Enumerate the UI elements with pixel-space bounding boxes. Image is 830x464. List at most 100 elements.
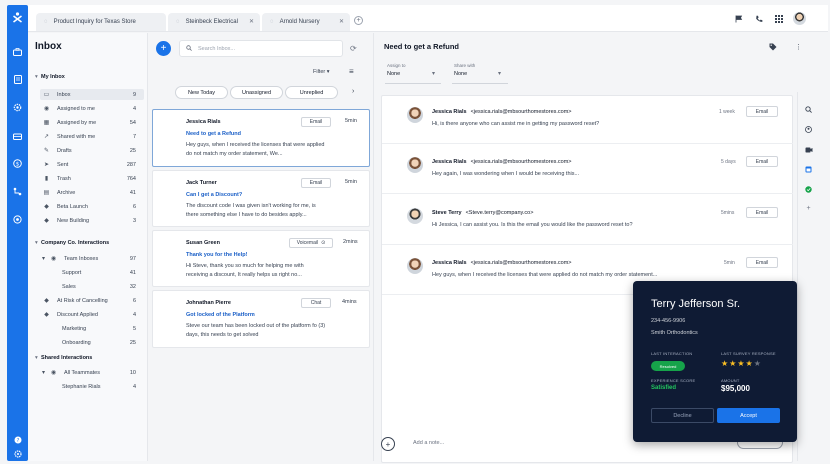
decline-button[interactable]: Decline [651, 408, 714, 423]
star-icon: ★ [745, 359, 754, 368]
top-tab-bar: ◌ Product Inquiry for Texas Store ◌ Stei… [28, 5, 828, 32]
flag-icon[interactable] [734, 14, 744, 24]
plus-icon: + [160, 43, 167, 54]
sender-email: <jessica.rials@mbsourthomestores.com> [470, 260, 572, 266]
sidebar-item-inbox[interactable]: ▭ Inbox 9 [40, 89, 144, 100]
sidebar-item-marketing[interactable]: Marketing 5 [52, 323, 144, 334]
close-icon[interactable]: ✕ [249, 18, 254, 25]
sidebar-item-sales[interactable]: Sales 32 [52, 281, 144, 292]
search-icon[interactable] [803, 104, 814, 115]
tag-icon[interactable] [769, 43, 777, 53]
toolbox-icon[interactable] [11, 129, 24, 142]
sidebar-item-sent[interactable]: ➤ Sent 287 [40, 159, 144, 170]
sidebar-item-label: Drafts [57, 147, 72, 154]
assign-dropdown[interactable]: None [387, 71, 400, 77]
message-sender: Jessica Rials <jessica.rials@mbsourthomes… [432, 260, 572, 266]
sidebar-item-archive[interactable]: ▤ Archive 41 [40, 187, 144, 198]
team-icon: ◉ [50, 370, 57, 376]
filter-label: Filter [313, 69, 326, 75]
message-item[interactable]: Jessica Rials <jessica.rials@mbsourthomes… [382, 146, 793, 194]
filter-dropdown[interactable]: Filter ▾ [313, 69, 330, 75]
help-icon[interactable]: ? [11, 433, 24, 446]
headset-icon[interactable] [11, 213, 24, 226]
sidebar-item-stephanie-rials[interactable]: Stephanie Rials 4 [52, 381, 144, 392]
section-my-inbox[interactable]: ▾ My Inbox [35, 74, 65, 80]
search-input[interactable]: Search Inbox... [179, 40, 343, 57]
accept-button[interactable]: Accept [717, 408, 780, 423]
sidebar-item-new-building[interactable]: ◆ New Building 3 [40, 215, 144, 226]
close-icon[interactable]: ✕ [339, 18, 344, 25]
calendar-icon[interactable] [803, 164, 814, 175]
section-shared[interactable]: ▾ Shared Interactions [35, 355, 92, 361]
sidebar-item-all-teammates[interactable]: ▾ ◉ All Teammates 10 [40, 367, 144, 378]
video-icon[interactable] [803, 144, 814, 155]
add-note-button[interactable]: + [381, 437, 395, 451]
add-app-icon[interactable]: + [803, 203, 814, 214]
sidebar-item-assigned-to-me[interactable]: ◉ Assigned to me 4 [40, 103, 144, 114]
list-item[interactable]: Johnathan Pierre Chat 4mins Got locked o… [152, 290, 370, 348]
team-icon: ◉ [50, 256, 57, 262]
tab-label: Steinbeck Electrical [185, 19, 238, 25]
message-time: 5min [345, 118, 357, 124]
sidebar-item-beta-launch[interactable]: ◆ Beta Launch 6 [40, 201, 144, 212]
list-item[interactable]: Jack Turner Email 5min Can I get a Disco… [152, 170, 370, 227]
message-preview: The discount code I was given isn't work… [186, 203, 316, 218]
share-dropdown[interactable]: None [454, 71, 467, 77]
list-item[interactable]: Jessica Rials Email 5min Need to get a R… [152, 109, 370, 167]
phone-icon[interactable] [754, 14, 764, 24]
dollar-icon[interactable]: $ [11, 157, 24, 170]
document-icon[interactable] [11, 73, 24, 86]
sidebar-item-label: Sales [62, 283, 76, 290]
message-time: 4mins [342, 299, 357, 305]
app-logo-icon[interactable] [11, 11, 24, 24]
user-avatar[interactable] [793, 12, 806, 25]
contact-name: Terry Jefferson Sr. [651, 298, 741, 310]
channel-chip: Voicemail ⊙ [289, 238, 333, 248]
message-item[interactable]: Jessica Rials <jessica.rials@mbsourthomes… [382, 96, 793, 144]
pill-new-today[interactable]: New Today [175, 86, 228, 99]
app-integration-icon[interactable] [803, 184, 814, 195]
sidebar-item-discount-applied[interactable]: ◆ Discount Applied 4 [40, 309, 144, 320]
compose-button[interactable]: + [156, 41, 171, 56]
more-vertical-icon[interactable]: ⋮ [795, 43, 802, 51]
list-item[interactable]: Susan Green Voicemail ⊙ 2mins Thank you f… [152, 230, 370, 287]
tab-label: Arnold Nursery [279, 19, 320, 25]
sidebar-item-label: Onboarding [62, 339, 91, 346]
briefcase-icon[interactable] [11, 45, 24, 58]
settings-icon[interactable] [11, 447, 24, 460]
message-body: Hi, is there anyone who can assist me in… [432, 121, 600, 127]
sort-icon[interactable]: ≡ [349, 67, 354, 76]
sender-name: Johnathan Pierre [186, 300, 231, 306]
sidebar-item-trash[interactable]: ▮ Trash 764 [40, 173, 144, 184]
section-company[interactable]: ▾ Company Co. Interactions [35, 240, 109, 246]
grid-icon[interactable] [774, 14, 784, 24]
sidebar-item-assigned-by-me[interactable]: ▦ Assigned by me 54 [40, 117, 144, 128]
sidebar-item-team-inboxes[interactable]: ▾ ◉ Team Inboxes 97 [40, 253, 144, 264]
sidebar-item-support[interactable]: Support 41 [52, 267, 144, 278]
sidebar-item-drafts[interactable]: ✎ Drafts 25 [40, 145, 144, 156]
sidebar-item-at-risk[interactable]: ◆ At Risk of Cancelling 6 [40, 295, 144, 306]
note-input[interactable]: Add a note... [413, 440, 444, 446]
pill-label: Unreplied [299, 89, 324, 96]
tab-arnold[interactable]: ◌ Arnold Nursery ✕ [262, 13, 350, 31]
contact-icon[interactable] [803, 124, 814, 135]
chevron-right-icon[interactable]: › [352, 88, 354, 95]
gear-icon[interactable] [11, 101, 24, 114]
tab-steinbeck[interactable]: ◌ Steinbeck Electrical ✕ [168, 13, 260, 31]
sidebar-item-shared-with-me[interactable]: ↗ Shared with me 7 [40, 131, 144, 142]
sidebar-item-label: Assigned to me [57, 105, 95, 112]
refresh-icon[interactable]: ⟳ [350, 44, 357, 53]
section-label: Company Co. Interactions [41, 240, 110, 246]
pill-unassigned[interactable]: Unassigned [230, 86, 283, 99]
chevron-down-icon[interactable]: ▾ [498, 70, 501, 77]
tab-product-inquiry[interactable]: ◌ Product Inquiry for Texas Store [36, 13, 166, 31]
add-tab-icon[interactable]: + [354, 16, 363, 25]
sidebar-item-label: Support [62, 269, 82, 276]
chevron-down-icon[interactable]: ▾ [432, 70, 435, 77]
pill-unreplied[interactable]: Unreplied [285, 86, 338, 99]
message-item[interactable]: Steve Terry <Steve.terry@company.co> Hi J… [382, 197, 793, 245]
sidebar-item-label: New Building [57, 217, 90, 224]
flow-icon[interactable] [11, 185, 24, 198]
sidebar-item-label: All Teammates [64, 369, 100, 376]
sidebar-item-onboarding[interactable]: Onboarding 25 [52, 337, 144, 348]
